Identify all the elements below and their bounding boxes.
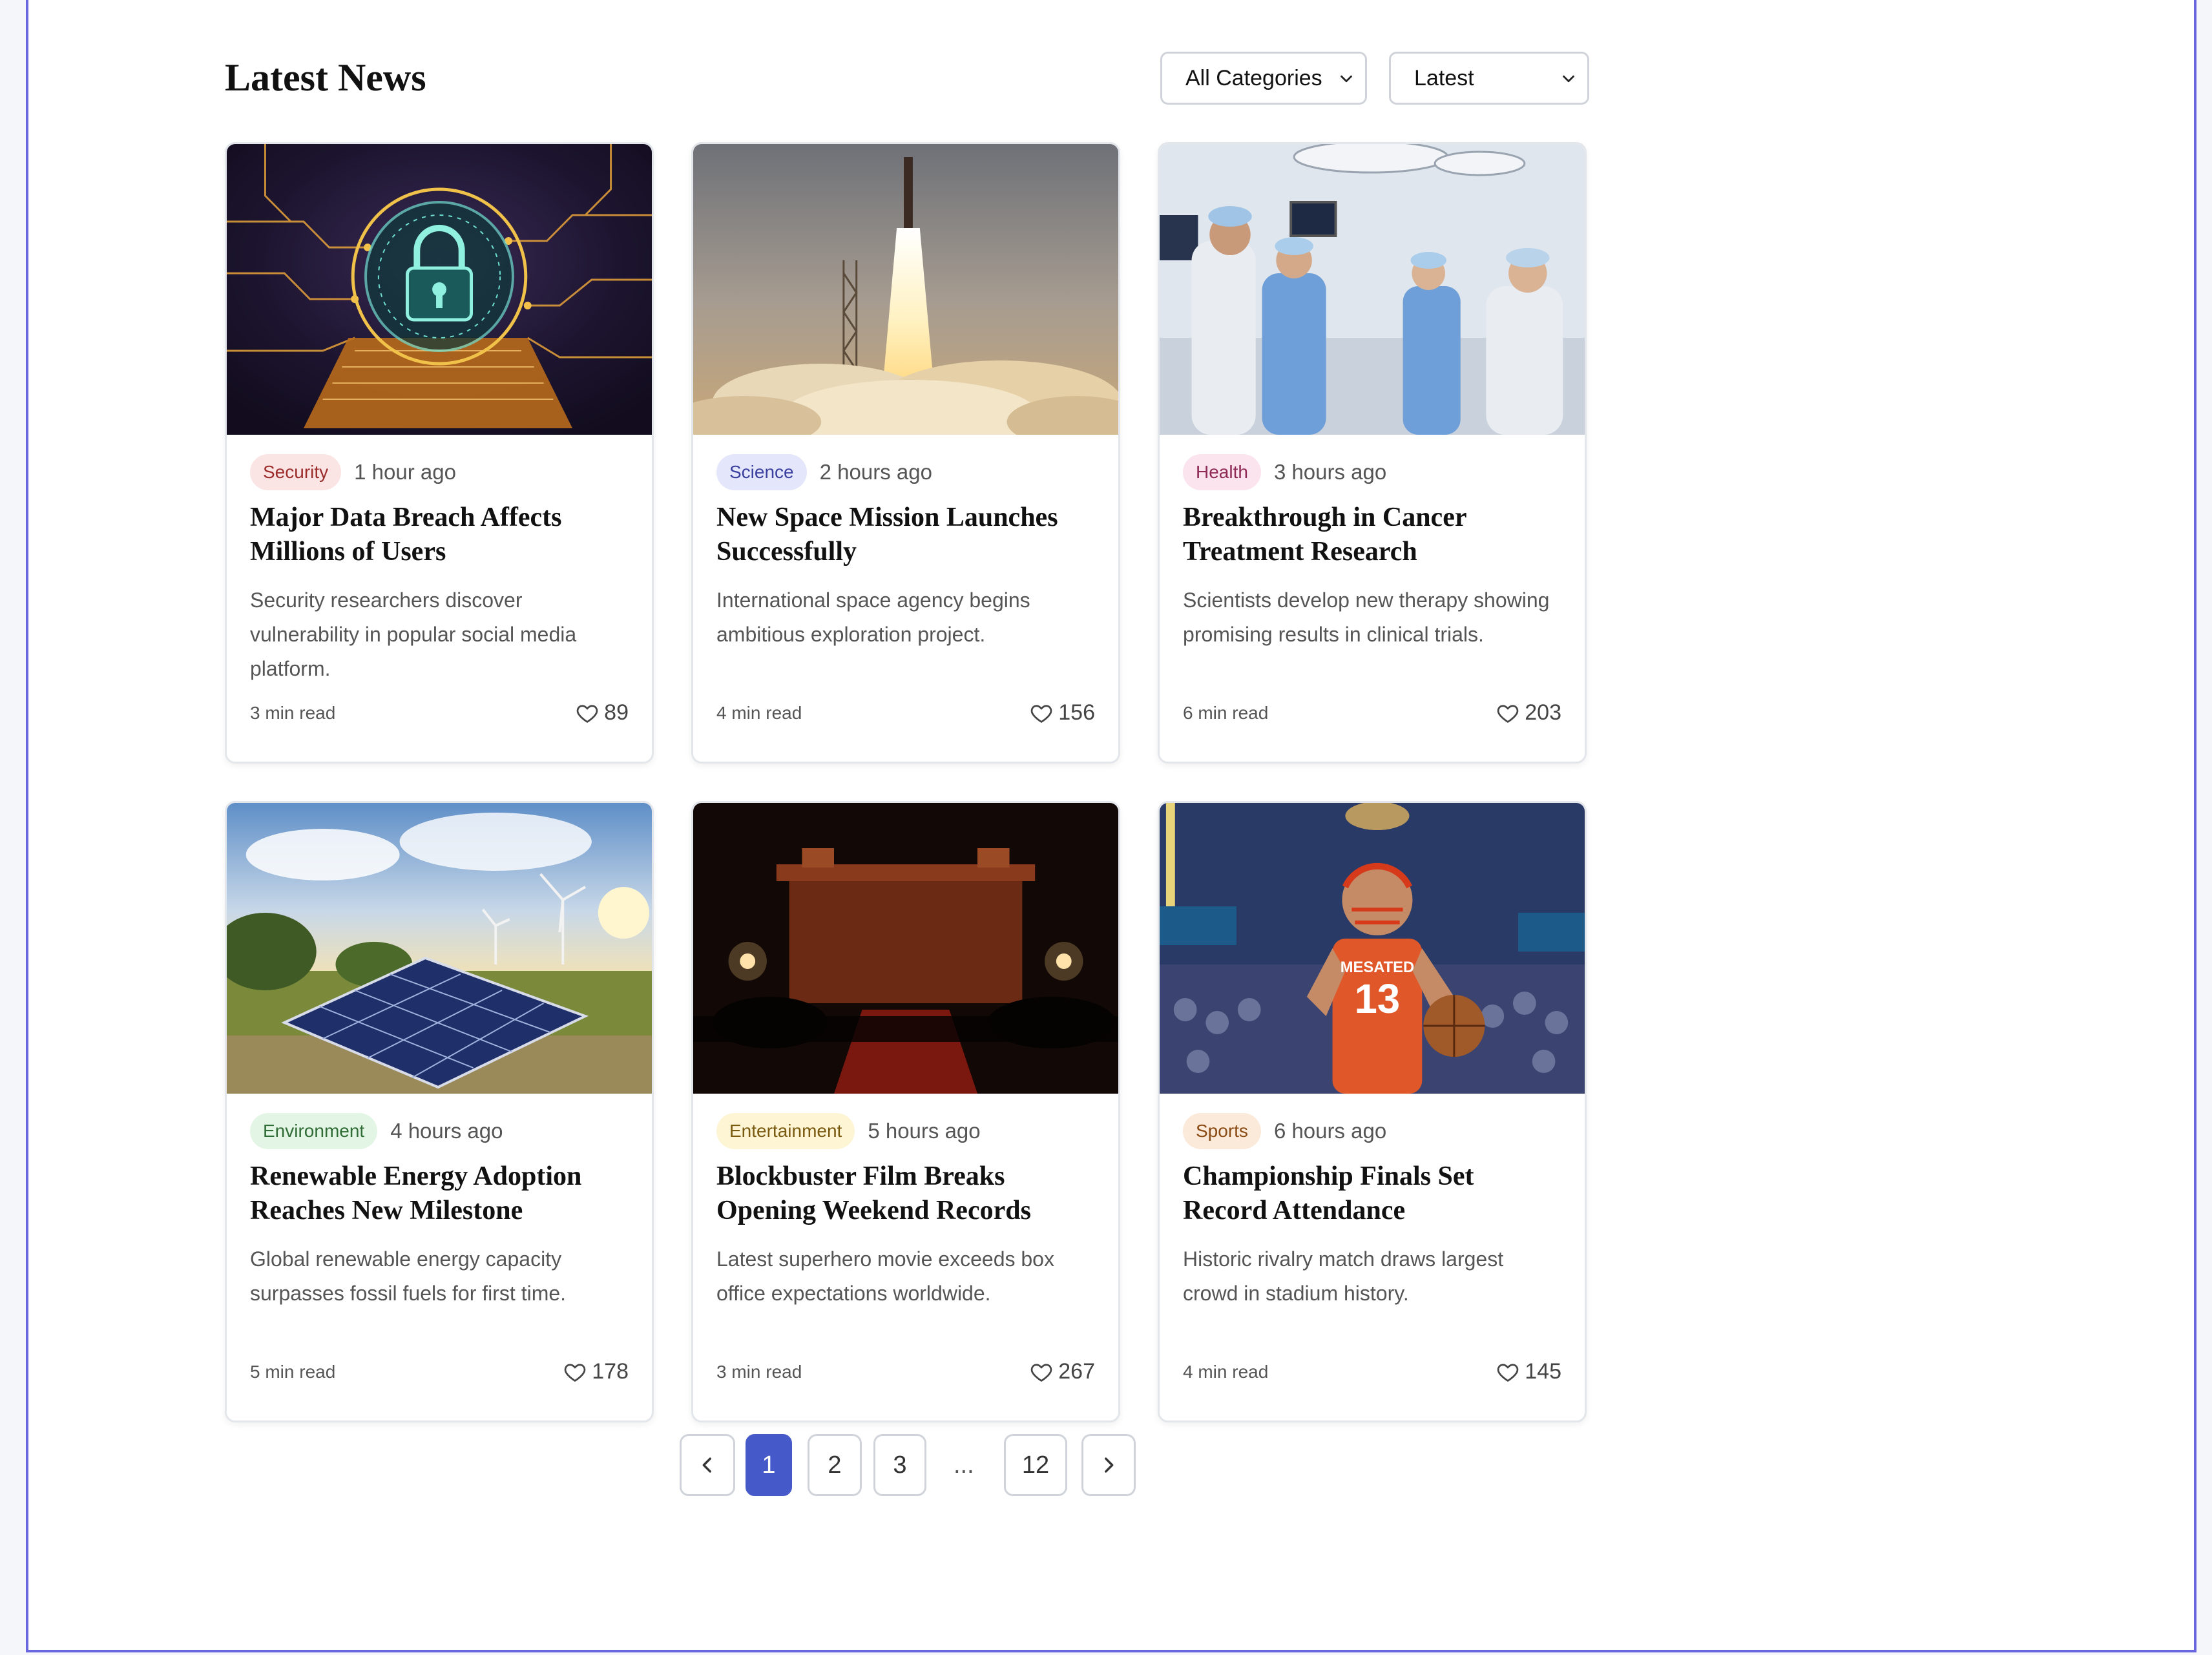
article-title[interactable]: Renewable Energy Adoption Reaches New Mi… bbox=[250, 1160, 629, 1228]
heart-icon bbox=[565, 1363, 586, 1382]
category-badge[interactable]: Science bbox=[716, 454, 807, 490]
timestamp: 2 hours ago bbox=[819, 460, 932, 484]
category-select[interactable]: All Categories bbox=[1160, 52, 1367, 105]
like-count: 156 bbox=[1058, 700, 1095, 725]
like-button[interactable]: 267 bbox=[1030, 1359, 1095, 1384]
read-time: 4 min read bbox=[716, 702, 802, 723]
heart-icon bbox=[1497, 1363, 1519, 1382]
read-time: 5 min read bbox=[250, 1361, 336, 1382]
news-card[interactable]: Environment 4 hours ago Renewable Energy… bbox=[225, 801, 654, 1422]
category-badge[interactable]: Sports bbox=[1183, 1113, 1261, 1149]
read-time: 4 min read bbox=[1183, 1361, 1269, 1382]
read-time: 3 min read bbox=[716, 1361, 802, 1382]
like-button[interactable]: 178 bbox=[563, 1359, 629, 1384]
like-count: 89 bbox=[604, 700, 629, 725]
page-button-1[interactable]: 1 bbox=[746, 1434, 792, 1496]
news-card[interactable]: Health 3 hours ago Breakthrough in Cance… bbox=[1158, 142, 1587, 764]
category-badge[interactable]: Security bbox=[250, 454, 342, 490]
read-time: 6 min read bbox=[1183, 702, 1269, 723]
jersey-name-text: MESATED bbox=[1341, 959, 1414, 976]
page-button-3[interactable]: 3 bbox=[873, 1434, 926, 1496]
like-button[interactable]: 203 bbox=[1496, 700, 1561, 725]
article-excerpt: Historic rivalry match draws largest cro… bbox=[1183, 1247, 1504, 1305]
like-count: 203 bbox=[1525, 700, 1561, 725]
page-button-2[interactable]: 2 bbox=[808, 1434, 862, 1496]
news-grid: Security 1 hour ago Major Data Breach Af… bbox=[225, 142, 1587, 1422]
chevron-left-icon bbox=[702, 1457, 711, 1473]
news-header: Latest News All Categories Latest bbox=[199, 0, 1592, 146]
sort-select-value: Latest bbox=[1414, 66, 1474, 90]
heart-icon bbox=[1031, 1363, 1052, 1382]
chevron-right-icon bbox=[1105, 1457, 1114, 1473]
article-image-solar-panels bbox=[227, 803, 652, 1094]
article-image-cinema-premiere bbox=[693, 803, 1118, 1094]
article-excerpt: Global renewable energy capacity surpass… bbox=[250, 1247, 567, 1305]
article-image-basketball-player: MESATED 13 bbox=[1160, 803, 1585, 1094]
news-section: Latest News All Categories Latest Securi… bbox=[199, 0, 1592, 1496]
article-image-cybersecurity bbox=[227, 144, 652, 435]
like-button[interactable]: 156 bbox=[1030, 700, 1095, 725]
like-count: 178 bbox=[592, 1359, 629, 1384]
article-image-rocket-launch bbox=[693, 144, 1118, 435]
article-title[interactable]: New Space Mission Launches Successfully bbox=[716, 501, 1095, 569]
category-badge[interactable]: Environment bbox=[250, 1113, 378, 1149]
news-card[interactable]: Security 1 hour ago Major Data Breach Af… bbox=[225, 142, 654, 764]
chevron-down-icon bbox=[1341, 75, 1352, 83]
page-button-12[interactable]: 12 bbox=[1004, 1434, 1067, 1496]
timestamp: 5 hours ago bbox=[868, 1119, 981, 1143]
category-select-value: All Categories bbox=[1185, 66, 1322, 90]
article-excerpt: International space agency begins ambiti… bbox=[716, 588, 1030, 646]
article-title[interactable]: Breakthrough in Cancer Treatment Researc… bbox=[1183, 501, 1561, 569]
timestamp: 6 hours ago bbox=[1273, 1119, 1387, 1143]
page-title: Latest News bbox=[225, 56, 426, 99]
news-card[interactable]: MESATED 13 Sports 6 hours ago Championsh… bbox=[1158, 801, 1587, 1422]
page-frame: Latest News All Categories Latest Securi… bbox=[26, 0, 2196, 1652]
article-title[interactable]: Blockbuster Film Breaks Opening Weekend … bbox=[716, 1160, 1095, 1228]
timestamp: 3 hours ago bbox=[1273, 460, 1387, 484]
article-title[interactable]: Major Data Breach Affects Millions of Us… bbox=[250, 501, 629, 569]
category-badge[interactable]: Health bbox=[1183, 454, 1261, 490]
article-title[interactable]: Championship Finals Set Record Attendanc… bbox=[1183, 1160, 1561, 1228]
heart-icon bbox=[1497, 704, 1519, 723]
pagination: 1 2 3 ... 12 bbox=[199, 1434, 1592, 1499]
like-count: 145 bbox=[1525, 1359, 1561, 1384]
article-image-operating-room bbox=[1160, 144, 1585, 435]
timestamp: 4 hours ago bbox=[390, 1119, 503, 1143]
jersey-number-text: 13 bbox=[1355, 975, 1401, 1022]
heart-icon bbox=[576, 704, 598, 723]
chevron-down-icon bbox=[1563, 75, 1574, 83]
like-button[interactable]: 89 bbox=[576, 700, 629, 725]
news-card[interactable]: Entertainment 5 hours ago Blockbuster Fi… bbox=[691, 801, 1120, 1422]
pagination-ellipsis: ... bbox=[954, 1452, 974, 1479]
sort-select[interactable]: Latest bbox=[1389, 52, 1589, 105]
article-excerpt: Scientists develop new therapy showing p… bbox=[1183, 588, 1550, 646]
timestamp: 1 hour ago bbox=[354, 460, 456, 484]
prev-page-button[interactable] bbox=[680, 1434, 735, 1496]
like-count: 267 bbox=[1058, 1359, 1095, 1384]
next-page-button[interactable] bbox=[1081, 1434, 1136, 1496]
article-excerpt: Security researchers discover vulnerabil… bbox=[250, 588, 577, 680]
like-button[interactable]: 145 bbox=[1496, 1359, 1561, 1384]
article-excerpt: Latest superhero movie exceeds box offic… bbox=[716, 1247, 1054, 1305]
heart-icon bbox=[1031, 704, 1052, 723]
category-badge[interactable]: Entertainment bbox=[716, 1113, 855, 1149]
read-time: 3 min read bbox=[250, 702, 336, 723]
news-card[interactable]: Science 2 hours ago New Space Mission La… bbox=[691, 142, 1120, 764]
